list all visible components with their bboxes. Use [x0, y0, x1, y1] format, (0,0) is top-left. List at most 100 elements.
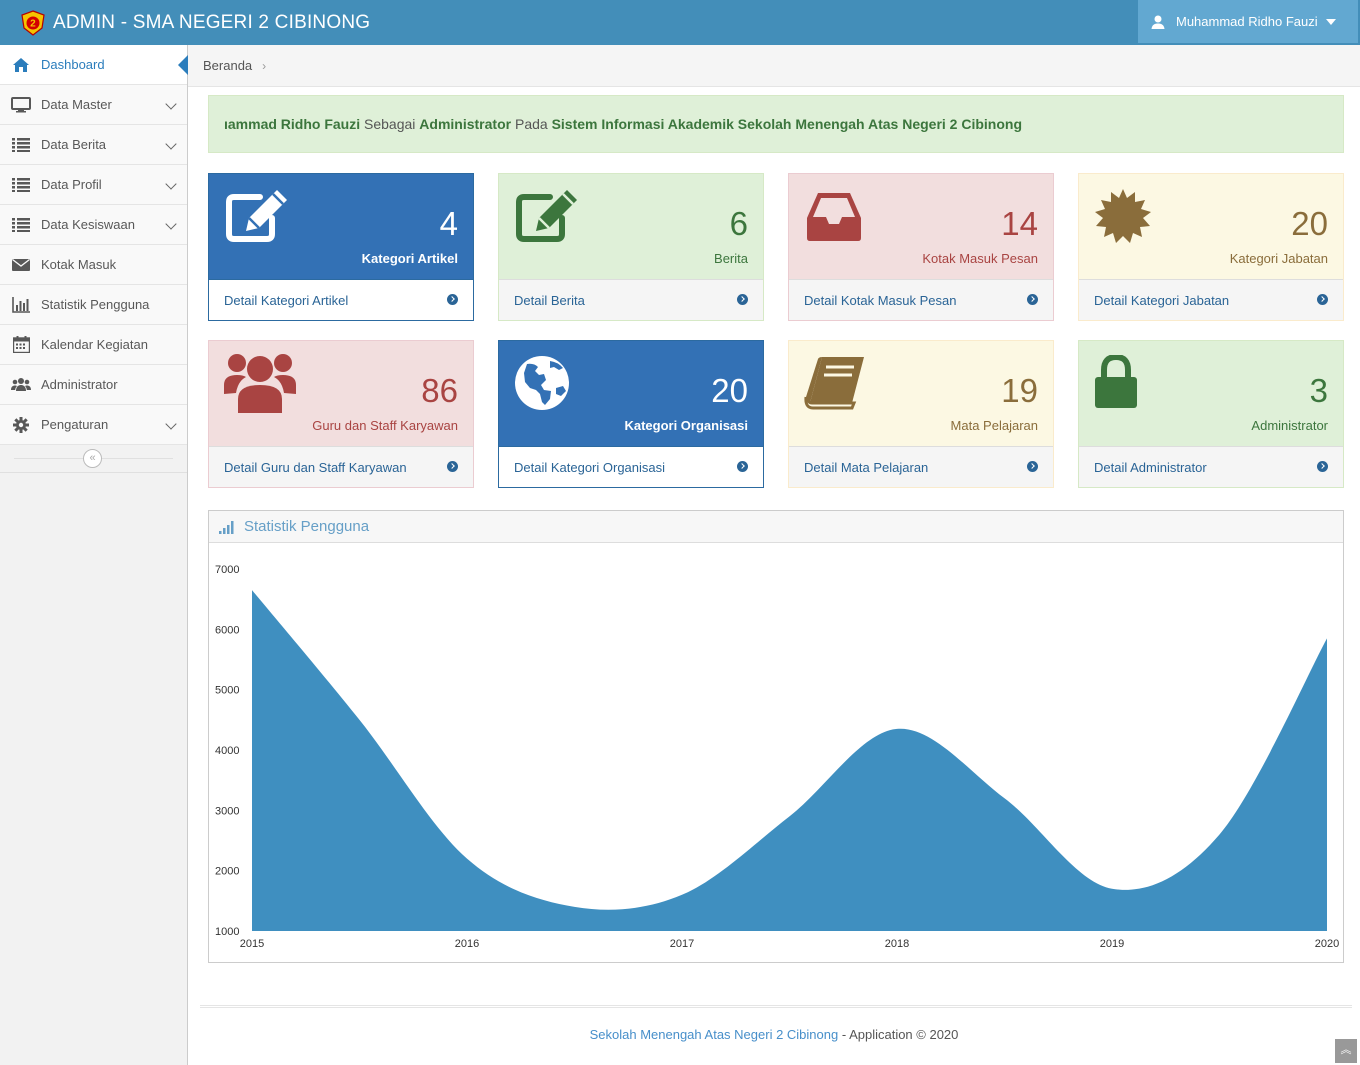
- stat-label: Guru dan Staff Karyawan: [312, 418, 458, 433]
- collapse-sidebar-button[interactable]: «: [83, 449, 102, 468]
- cog-icon: [11, 416, 31, 433]
- sidebar-item-label: Administrator: [41, 377, 118, 392]
- caret-down-icon: [1325, 18, 1336, 25]
- stat-box-top: 86 Guru dan Staff Karyawan: [209, 341, 473, 446]
- stat-label: Kategori Artikel: [361, 251, 458, 266]
- sidebar-item-data-profil[interactable]: Data Profil: [0, 165, 187, 205]
- envelope-icon: [11, 257, 31, 273]
- user-menu[interactable]: Muhammad Ridho Fauzi: [1138, 0, 1358, 43]
- sidebar-item-statistik-pengguna[interactable]: Statistik Pengguna: [0, 285, 187, 325]
- sidebar-item-label: Pengaturan: [41, 417, 109, 432]
- globe-icon: [515, 356, 569, 410]
- footer-brand: Sekolah Menengah Atas Negeri 2 Cibinong: [589, 1027, 839, 1042]
- sidebar-item-label: Data Kesiswaan: [41, 217, 135, 232]
- sidebar-item-data-kesiswaan[interactable]: Data Kesiswaan: [0, 205, 187, 245]
- detail-link[interactable]: Detail Mata Pelajaran: [789, 446, 1053, 487]
- stat-label: Kotak Masuk Pesan: [922, 251, 1038, 266]
- detail-link[interactable]: Detail Administrator: [1079, 446, 1343, 487]
- x-tick-label: 2017: [670, 938, 694, 950]
- stat-box-kotak-masuk-pesan: 14 Kotak Masuk Pesan Detail Kotak Masuk …: [788, 173, 1054, 321]
- list-icon: [11, 217, 31, 233]
- users-icon: [11, 377, 31, 393]
- detail-link-text: Detail Mata Pelajaran: [804, 459, 929, 475]
- sidebar-item-data-master[interactable]: Data Master: [0, 85, 187, 125]
- x-axis: 2015 2016 2017 2018 2019 2020: [240, 938, 1339, 950]
- alert-text-2: Pada: [511, 116, 552, 132]
- alert-role: Administrator: [419, 116, 512, 132]
- detail-link[interactable]: Detail Guru dan Staff Karyawan: [209, 446, 473, 487]
- list-icon: [11, 137, 31, 153]
- detail-link[interactable]: Detail Kategori Jabatan: [1079, 279, 1343, 320]
- stat-box-berita: 6 Berita Detail Berita: [498, 173, 764, 321]
- detail-link[interactable]: Detail Kotak Masuk Pesan: [789, 279, 1053, 320]
- y-tick-label: 3000: [215, 805, 239, 817]
- sidebar-item-label: Kotak Masuk: [41, 257, 117, 272]
- app-title: ADMIN - SMA NEGERI 2 CIBINONG: [53, 11, 371, 33]
- x-tick-label: 2018: [885, 938, 909, 950]
- stat-label: Berita: [714, 251, 748, 266]
- arrow-circle-right-icon: [1317, 294, 1328, 305]
- sidebar-item-pengaturan[interactable]: Pengaturan: [0, 405, 187, 445]
- stat-box-top: 20 Kategori Organisasi: [499, 341, 763, 446]
- sidebar-item-kotak-masuk[interactable]: Kotak Masuk: [0, 245, 187, 285]
- scroll-to-top-button[interactable]: ︽: [1335, 1039, 1357, 1063]
- inbox-icon: [807, 193, 861, 241]
- sidebar-item-label: Data Master: [41, 97, 112, 112]
- arrow-circle-right-icon: [1317, 461, 1328, 472]
- brand[interactable]: 2 ADMIN - SMA NEGERI 2 CIBINONG: [20, 0, 370, 45]
- arrow-circle-right-icon: [1027, 461, 1038, 472]
- user-icon: [1151, 15, 1165, 29]
- stat-box-administrator: 3 Administrator Detail Administrator: [1078, 340, 1344, 488]
- sidebar-item-label: Kalendar Kegiatan: [41, 337, 148, 352]
- breadcrumb-home[interactable]: Beranda: [203, 58, 252, 73]
- sidebar-item-label: Dashboard: [41, 57, 105, 72]
- sidebar-item-kalendar-kegiatan[interactable]: Kalendar Kegiatan: [0, 325, 187, 365]
- widget-header: Statistik Pengguna: [209, 511, 1343, 543]
- sidebar-item-data-berita[interactable]: Data Berita: [0, 125, 187, 165]
- stat-label: Mata Pelajaran: [950, 418, 1038, 433]
- alert-system-name: Sistem Informasi Akademik Sekolah Meneng…: [551, 116, 1022, 132]
- x-tick-label: 2016: [455, 938, 479, 950]
- detail-link[interactable]: Detail Kategori Organisasi: [499, 446, 763, 487]
- detail-link[interactable]: Detail Berita: [499, 279, 763, 320]
- home-icon: [11, 57, 31, 73]
- x-tick-label: 2015: [240, 938, 264, 950]
- chevron-down-icon: [165, 218, 177, 230]
- navbar: 2 ADMIN - SMA NEGERI 2 CIBINONG Muhammad…: [0, 0, 1360, 45]
- stat-value: 6: [729, 205, 748, 242]
- stat-value: 19: [1001, 372, 1038, 409]
- detail-link[interactable]: Detail Kategori Artikel: [209, 279, 473, 320]
- breadcrumb-separator: ›: [262, 58, 267, 73]
- desktop-icon: [11, 96, 31, 113]
- detail-link-text: Detail Guru dan Staff Karyawan: [224, 459, 407, 475]
- footer: Sekolah Menengah Atas Negeri 2 Cibinong …: [188, 1027, 1360, 1042]
- detail-link-text: Detail Kotak Masuk Pesan: [804, 292, 957, 308]
- list-icon: [11, 177, 31, 193]
- welcome-alert: ıammad Ridho Fauzi Sebagai Administrator…: [208, 95, 1344, 153]
- sidebar-item-label: Statistik Pengguna: [41, 297, 150, 312]
- stat-box-top: 19 Mata Pelajaran: [789, 341, 1053, 446]
- stat-box-top: 4 Kategori Artikel: [209, 174, 473, 279]
- edit-icon: [226, 190, 287, 242]
- sidebar-item-dashboard[interactable]: Dashboard: [0, 45, 189, 85]
- sidebar-item-administrator[interactable]: Administrator: [0, 365, 187, 405]
- arrow-circle-right-icon: [737, 294, 748, 305]
- stat-box-guru-staff: 86 Guru dan Staff Karyawan Detail Guru d…: [208, 340, 474, 488]
- arrow-circle-right-icon: [447, 461, 458, 472]
- arrow-circle-right-icon: [447, 294, 458, 305]
- sidebar-item-label: Data Berita: [41, 137, 107, 152]
- signal-icon: [219, 520, 234, 534]
- stat-box-mata-pelajaran: 19 Mata Pelajaran Detail Mata Pelajaran: [788, 340, 1054, 488]
- arrow-circle-right-icon: [737, 461, 748, 472]
- alert-text-1: Sebagai: [360, 116, 420, 132]
- stat-value: 20: [711, 372, 748, 409]
- group-icon: [224, 354, 296, 413]
- detail-link-text: Detail Administrator: [1094, 459, 1207, 475]
- sidebar-collapse: «: [0, 445, 187, 473]
- lock-icon: [1095, 355, 1137, 408]
- stat-box-kategori-artikel: 4 Kategori Artikel Detail Kategori Artik…: [208, 173, 474, 321]
- stat-box-top: 14 Kotak Masuk Pesan: [789, 174, 1053, 279]
- y-tick-label: 5000: [215, 685, 239, 697]
- stat-box-kategori-jabatan: 20 Kategori Jabatan Detail Kategori Jaba…: [1078, 173, 1344, 321]
- chevron-down-icon: [165, 138, 177, 150]
